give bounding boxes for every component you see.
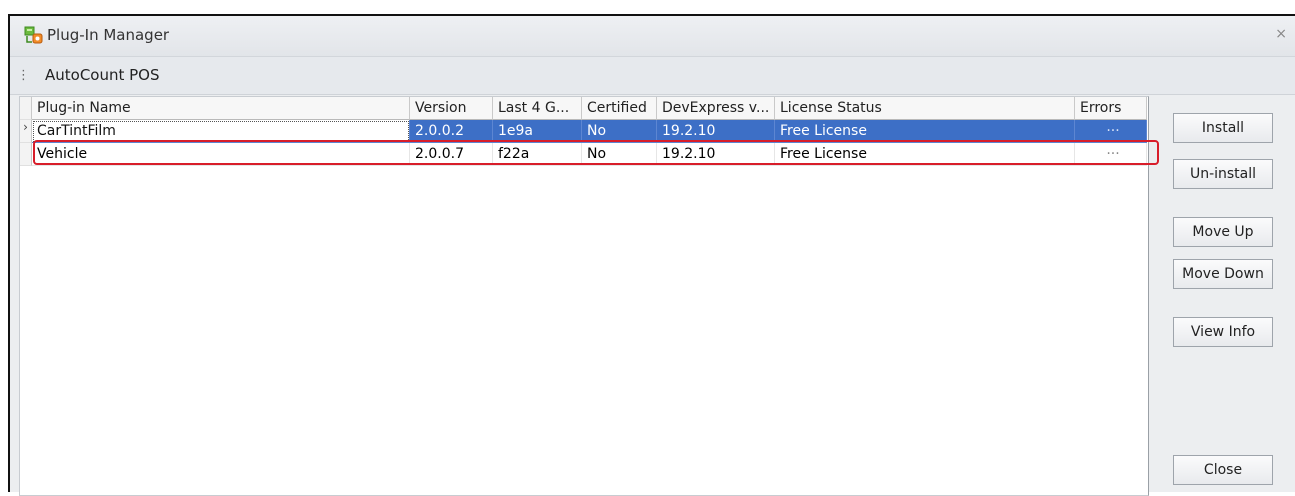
app-name-label: AutoCount POS bbox=[45, 66, 160, 84]
cell-version[interactable]: 2.0.0.2 bbox=[410, 120, 493, 143]
cell-last4[interactable]: 1e9a bbox=[493, 120, 582, 143]
row-indicator[interactable] bbox=[20, 143, 32, 166]
cell-version[interactable]: 2.0.0.7 bbox=[410, 143, 493, 166]
column-header-version[interactable]: Version bbox=[410, 97, 493, 120]
column-header-errors[interactable]: Errors bbox=[1075, 97, 1147, 120]
move-up-button[interactable]: Move Up bbox=[1173, 217, 1273, 247]
column-header-plugin-name[interactable]: Plug-in Name bbox=[32, 97, 410, 120]
move-down-button[interactable]: Move Down bbox=[1173, 259, 1273, 289]
table-row[interactable]: Vehicle 2.0.0.7 f22a No 19.2.10 Free Lic… bbox=[32, 143, 1147, 166]
cell-plugin-name[interactable]: CarTintFilm bbox=[32, 120, 410, 143]
cell-devexpress[interactable]: 19.2.10 bbox=[657, 120, 775, 143]
cell-certified[interactable]: No bbox=[582, 120, 657, 143]
toolbar: ⋮ AutoCount POS bbox=[10, 57, 1295, 95]
column-header-last4[interactable]: Last 4 G... bbox=[493, 97, 582, 120]
cell-license-status[interactable]: Free License bbox=[775, 143, 1075, 166]
column-header-devexpress[interactable]: DevExpress v... bbox=[657, 97, 775, 120]
cell-license-status[interactable]: Free License bbox=[775, 120, 1075, 143]
close-button[interactable]: Close bbox=[1173, 455, 1273, 485]
view-info-button[interactable]: View Info bbox=[1173, 317, 1273, 347]
title-bar: Plug-In Manager × bbox=[10, 16, 1295, 57]
header-indicator-cell bbox=[20, 97, 32, 120]
row-indicator[interactable]: › bbox=[20, 120, 32, 143]
table-row[interactable]: CarTintFilm 2.0.0.2 1e9a No 19.2.10 Free… bbox=[32, 120, 1147, 143]
close-icon[interactable]: × bbox=[1275, 26, 1287, 42]
cell-certified[interactable]: No bbox=[582, 143, 657, 166]
plugin-manager-window: Plug-In Manager × ⋮ AutoCount POS Plug-i… bbox=[8, 14, 1295, 496]
errors-ellipsis-button[interactable]: ··· bbox=[1075, 143, 1147, 166]
errors-ellipsis-button[interactable]: ··· bbox=[1075, 120, 1147, 143]
cell-last4[interactable]: f22a bbox=[493, 143, 582, 166]
column-header-certified[interactable]: Certified bbox=[582, 97, 657, 120]
toolbar-grip-icon[interactable]: ⋮ bbox=[17, 68, 30, 83]
install-button[interactable]: Install bbox=[1173, 113, 1273, 143]
column-header-license-status[interactable]: License Status bbox=[775, 97, 1075, 120]
plugin-grid[interactable]: Plug-in Name Version Last 4 G... Certifi… bbox=[19, 96, 1159, 496]
cell-plugin-name[interactable]: Vehicle bbox=[32, 143, 410, 166]
uninstall-button[interactable]: Un-install bbox=[1173, 159, 1273, 189]
window-title: Plug-In Manager bbox=[47, 26, 170, 44]
cell-devexpress[interactable]: 19.2.10 bbox=[657, 143, 775, 166]
plugin-manager-icon bbox=[24, 26, 43, 44]
